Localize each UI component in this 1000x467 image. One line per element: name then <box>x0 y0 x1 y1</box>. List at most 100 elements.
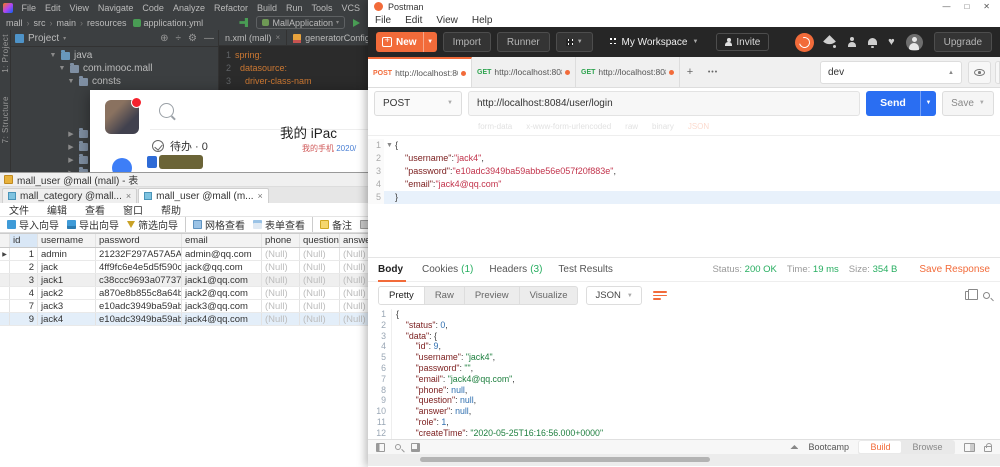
response-tab[interactable]: Body <box>378 257 406 282</box>
todo-item[interactable]: 待办 · 0 <box>152 138 208 154</box>
workspace-switcher[interactable]: My Workspace ▼ <box>608 37 698 48</box>
search-response-icon[interactable] <box>983 292 990 299</box>
project-tree-item[interactable]: ▼ consts <box>11 75 218 88</box>
cell-username[interactable]: jack <box>38 261 96 273</box>
column-header-email[interactable]: email <box>182 234 262 247</box>
intellij-menu-item[interactable]: View <box>65 3 93 13</box>
build-tab[interactable]: Build <box>859 441 902 453</box>
cell-email[interactable]: jack@qq.com <box>182 261 262 273</box>
import-button[interactable]: Import <box>442 32 491 52</box>
response-view-option[interactable]: Visualize <box>520 287 578 304</box>
console-icon[interactable] <box>411 442 420 452</box>
tool-window-project[interactable]: 1: Project <box>1 34 10 73</box>
cell-answer[interactable]: (Null) <box>340 248 368 260</box>
response-tab[interactable]: Headers (3) <box>489 257 542 282</box>
two-pane-icon[interactable] <box>964 442 975 452</box>
navicat-menu-item[interactable]: 帮助 <box>152 202 190 217</box>
column-header-password[interactable]: password <box>96 234 182 247</box>
cell-answer[interactable]: (Null) <box>340 300 368 312</box>
cell-phone[interactable]: (Null) <box>262 248 300 260</box>
intellij-menu-item[interactable]: Tools <box>307 3 337 13</box>
build-hammer-icon[interactable] <box>239 18 249 27</box>
navicat-menu-item[interactable]: 查看 <box>76 202 114 217</box>
response-tab[interactable]: Test Results <box>558 257 615 282</box>
new-tab-button[interactable]: + <box>680 57 700 87</box>
body-type-option[interactable]: binary <box>652 122 674 131</box>
cell-email[interactable]: admin@qq.com <box>182 248 262 260</box>
user-avatar[interactable] <box>105 97 142 134</box>
editor-tab[interactable]: generatorConfig.xm <box>287 30 368 45</box>
run-button[interactable] <box>353 18 360 27</box>
intellij-menu-item[interactable]: Analyze <box>168 3 209 13</box>
cell-id[interactable]: 7 <box>10 300 38 312</box>
contact-avatar[interactable] <box>159 155 203 169</box>
project-tree-item[interactable]: ▼ com.imooc.mall <box>11 62 218 75</box>
new-button[interactable]: New▼ <box>376 32 437 52</box>
response-format-select[interactable]: JSON ▼ <box>586 286 642 305</box>
api-network-icon[interactable] <box>825 37 837 48</box>
intellij-menu-item[interactable]: Edit <box>41 3 66 13</box>
postman-menu-item[interactable]: File <box>368 15 398 26</box>
cell-username[interactable]: jack1 <box>38 274 96 286</box>
tree-arrow-icon[interactable]: ▶ <box>67 156 75 164</box>
minimize-button[interactable]: — <box>942 2 950 11</box>
intellij-menu-item[interactable]: Run <box>282 3 308 13</box>
cell-answer[interactable]: (Null) <box>340 287 368 299</box>
navicat-toolbar-button[interactable]: 表单查看 <box>249 217 309 232</box>
table-row[interactable]: ▶ 1 admin 21232F297A57A5A7 admin@qq.com … <box>0 248 368 261</box>
response-view-option[interactable]: Preview <box>465 287 520 304</box>
intellij-menu-item[interactable]: VCS <box>337 3 365 13</box>
cell-id[interactable]: 9 <box>10 313 38 325</box>
table-row[interactable]: 2 jack 4ff9fc6e4e5d5f590c jack@qq.com (N… <box>0 261 368 274</box>
column-header-phone[interactable]: phone <box>262 234 300 247</box>
cell-answer[interactable]: (Null) <box>340 274 368 286</box>
cell-username[interactable]: admin <box>38 248 96 260</box>
breadcrumb-file[interactable]: application.yml <box>127 18 203 28</box>
response-view-option[interactable]: Raw <box>425 287 465 304</box>
cell-username[interactable]: jack2 <box>38 287 96 299</box>
navicat-toolbar-button[interactable]: 网格查看 <box>185 217 249 232</box>
cell-password[interactable]: e10adc3949ba59abb <box>96 313 182 325</box>
open-new-window-button[interactable]: ▼ <box>555 32 593 52</box>
cell-id[interactable]: 1 <box>10 248 38 260</box>
cell-id[interactable]: 2 <box>10 261 38 273</box>
cell-password[interactable]: 4ff9fc6e4e5d5f590c <box>96 261 182 273</box>
account-avatar[interactable] <box>905 33 923 51</box>
browse-tab[interactable]: Browse <box>901 441 953 453</box>
cell-phone[interactable]: (Null) <box>262 300 300 312</box>
search-icon[interactable] <box>159 103 174 118</box>
cell-answer[interactable]: (Null) <box>340 261 368 273</box>
column-header-question[interactable]: question <box>300 234 340 247</box>
cell-question[interactable]: (Null) <box>300 274 340 286</box>
request-tab[interactable]: GET http://localhost:8080/user <box>472 57 576 87</box>
cell-id[interactable]: 4 <box>10 287 38 299</box>
breadcrumb-item[interactable]: src <box>23 18 46 28</box>
lock-icon[interactable] <box>984 442 992 452</box>
navicat-table-tab[interactable]: mall_user @mall (m... × <box>138 188 269 203</box>
response-tab[interactable]: Cookies (1) <box>422 257 473 282</box>
intellij-menu-item[interactable]: Code <box>138 3 169 13</box>
tree-arrow-icon[interactable]: ▶ <box>67 130 75 138</box>
cell-password[interactable]: c38ccc9693a077376 <box>96 274 182 286</box>
new-dropdown[interactable]: ▼ <box>422 32 437 52</box>
intellij-menu-item[interactable]: File <box>17 3 41 13</box>
navicat-menu-item[interactable]: 编辑 <box>38 202 76 217</box>
cell-password[interactable]: 21232F297A57A5A7 <box>96 248 182 260</box>
url-input[interactable]: http://localhost:8084/user/login <box>468 90 860 116</box>
response-body[interactable]: 1{2 "status": 0, 3 "data": {4 "id": 9, 5 "… <box>368 309 1000 439</box>
cell-password[interactable]: e10adc3949ba59abb <box>96 300 182 312</box>
project-tree-item[interactable]: ▼ java <box>11 49 218 62</box>
cell-username[interactable]: jack4 <box>38 313 96 325</box>
postman-menu-item[interactable]: View <box>429 15 465 26</box>
table-row[interactable]: 7 jack3 e10adc3949ba59abb jack3@qq.com (… <box>0 300 368 313</box>
save-button[interactable]: Save ▼ <box>942 90 994 116</box>
response-view-option[interactable]: Pretty <box>379 287 425 304</box>
table-row[interactable]: 9 jack4 e10adc3949ba59abb jack4@qq.com (… <box>0 313 368 326</box>
close-tab-icon[interactable]: × <box>126 191 131 201</box>
cell-email[interactable]: jack3@qq.com <box>182 300 262 312</box>
runner-button[interactable]: Runner <box>496 32 550 52</box>
cell-phone[interactable]: (Null) <box>262 287 300 299</box>
editor-tab[interactable]: n.xml (mall) × <box>219 30 288 45</box>
yaml-code-editor[interactable]: 1 spring: 2 datasource: 3 driver-class-nam <box>219 46 368 88</box>
invite-button[interactable]: Invite <box>716 33 770 51</box>
